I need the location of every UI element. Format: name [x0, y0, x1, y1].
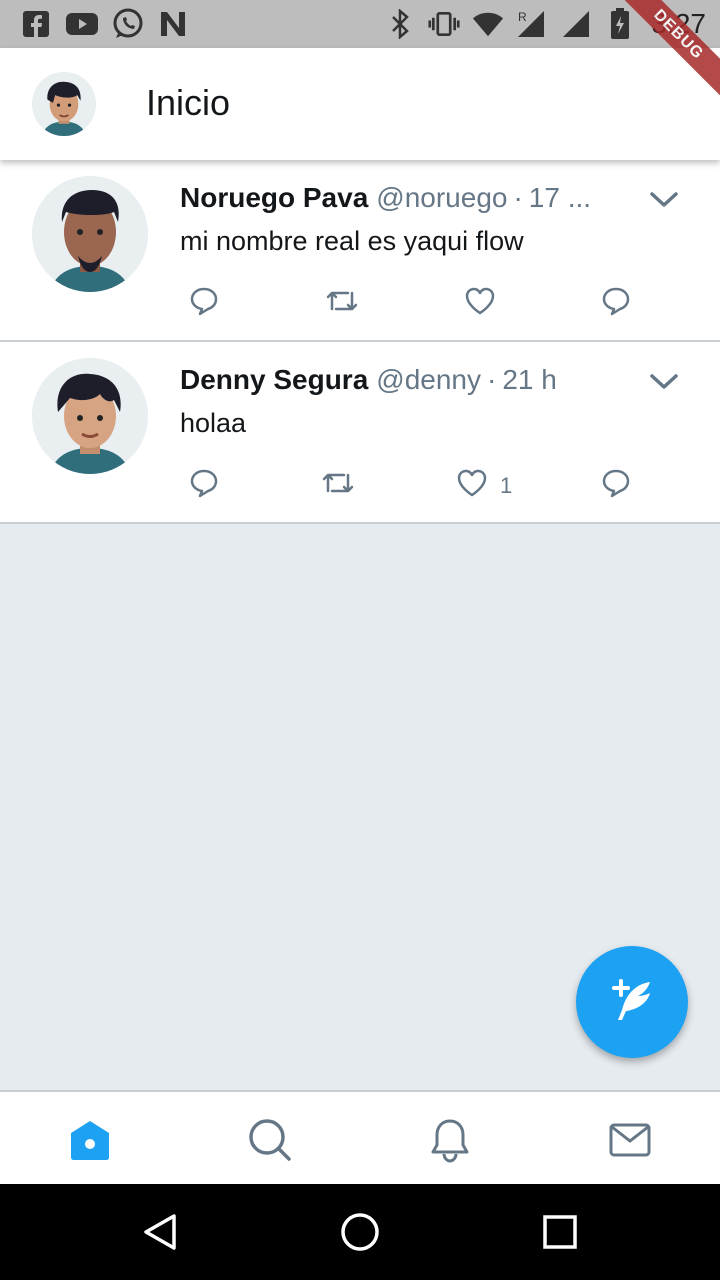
- tweet-separator: ·: [513, 182, 523, 213]
- tweet-author-name[interactable]: Noruego Pava: [180, 182, 368, 213]
- signal-roaming-icon: R: [516, 8, 548, 40]
- system-navigation-bar: [0, 1184, 720, 1280]
- signal-icon: [560, 8, 592, 40]
- tweet-feed: Noruego Pava @noruego · 17 ... mi nombre re…: [0, 160, 720, 524]
- heart-icon: [456, 467, 488, 505]
- tweet-actions: [180, 284, 660, 324]
- tweet-header: Noruego Pava @noruego · 17 ...: [180, 182, 620, 214]
- n-app-icon: [158, 8, 190, 40]
- battery-icon: [604, 8, 636, 40]
- heart-icon: [464, 285, 496, 323]
- compose-feather-icon: [608, 976, 656, 1029]
- wifi-icon: [472, 8, 504, 40]
- tweet-item[interactable]: Noruego Pava @noruego · 17 ... mi nombre re…: [0, 160, 720, 342]
- compose-tweet-button[interactable]: [576, 946, 688, 1058]
- retweet-button[interactable]: [320, 466, 356, 506]
- share-icon: [600, 467, 632, 505]
- profile-avatar[interactable]: [32, 72, 96, 136]
- tweet-separator: ·: [487, 364, 497, 395]
- tweet-handle[interactable]: @denny: [376, 364, 481, 395]
- chevron-down-icon[interactable]: [648, 366, 680, 398]
- youtube-icon: [66, 8, 98, 40]
- tweet-item[interactable]: Denny Segura @denny · 21 h holaa 1: [0, 342, 720, 524]
- reply-button[interactable]: [188, 466, 220, 506]
- retweet-icon: [320, 467, 356, 505]
- chevron-down-icon[interactable]: [648, 184, 680, 216]
- home-icon[interactable]: [66, 1116, 114, 1164]
- tweet-handle[interactable]: @noruego: [376, 182, 507, 213]
- vibrate-icon: [427, 8, 460, 40]
- facebook-icon: [20, 8, 52, 40]
- tweet-text: mi nombre real es yaqui flow: [180, 226, 524, 256]
- recents-icon[interactable]: [538, 1210, 582, 1254]
- retweet-icon: [324, 285, 360, 323]
- bottom-navigation: [0, 1090, 720, 1184]
- share-button[interactable]: [600, 284, 632, 324]
- back-icon[interactable]: [138, 1210, 182, 1254]
- share-button[interactable]: [600, 466, 632, 506]
- like-button[interactable]: 1: [456, 466, 512, 506]
- tweet-avatar[interactable]: [32, 176, 148, 292]
- like-count: 1: [500, 473, 513, 498]
- notifications-icon[interactable]: [426, 1116, 474, 1164]
- tweet-text: holaa: [180, 408, 247, 438]
- status-bar: R 3:27: [0, 0, 720, 48]
- search-icon[interactable]: [246, 1116, 294, 1164]
- tweet-actions: 1: [180, 466, 660, 506]
- bluetooth-icon: [384, 8, 416, 40]
- tweet-time: 17 ...: [528, 182, 592, 213]
- svg-text:R: R: [518, 10, 527, 24]
- retweet-button[interactable]: [324, 284, 360, 324]
- tweet-header: Denny Segura @denny · 21 h: [180, 364, 620, 396]
- reply-button[interactable]: [188, 284, 220, 324]
- reply-icon: [188, 285, 220, 323]
- tweet-author-name[interactable]: Denny Segura: [180, 364, 368, 395]
- share-icon: [600, 285, 632, 323]
- like-button[interactable]: [464, 284, 508, 324]
- page-title: Inicio: [146, 82, 231, 123]
- tweet-avatar[interactable]: [32, 358, 148, 474]
- messages-icon[interactable]: [606, 1116, 654, 1164]
- whatsapp-icon: [112, 8, 144, 40]
- reply-icon: [188, 467, 220, 505]
- tweet-time: 21 h: [502, 364, 557, 395]
- home-circle-icon[interactable]: [338, 1210, 382, 1254]
- app-bar: Inicio: [0, 48, 720, 160]
